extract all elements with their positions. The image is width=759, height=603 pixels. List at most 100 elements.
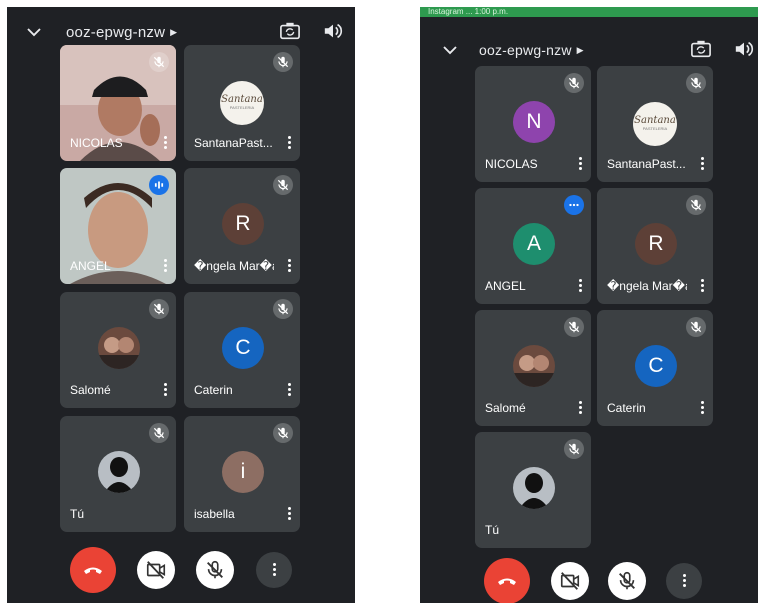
participant-tile[interactable]: ANGEL (60, 168, 176, 284)
participant-name: Caterin (194, 383, 233, 397)
letter-avatar: A (513, 223, 555, 265)
caret-right-icon: ▶ (576, 45, 584, 55)
call-controls (420, 558, 758, 603)
caret-right-icon: ▶ (170, 27, 178, 37)
participant-tile[interactable]: Salomé (60, 292, 176, 408)
participant-name: SantanaPast... (607, 157, 686, 171)
camera-toggle-button[interactable] (137, 551, 175, 589)
video-off-icon (560, 572, 580, 590)
silhouette-avatar (513, 467, 555, 509)
silhouette-avatar (98, 451, 140, 493)
audio-wave-icon (149, 175, 169, 195)
participant-name: isabella (194, 507, 235, 521)
more-vert-icon[interactable] (284, 381, 294, 399)
participant-tile[interactable]: Tú (475, 432, 591, 548)
letter-avatar: C (222, 327, 264, 369)
more-vert-icon[interactable] (284, 505, 294, 523)
participant-tile[interactable]: A ANGEL (475, 188, 591, 304)
mic-off-icon (619, 571, 635, 590)
participant-name: ANGEL (70, 259, 111, 273)
left-meet-screen: ooz-epwg-nzw ▶ NICOLAS Santana PASTELERIA… (7, 7, 355, 603)
right-meet-screen: Instagram ... 1:00 p.m. ooz-epwg-nzw ▶ N … (420, 7, 758, 603)
mic-off-icon (149, 299, 169, 319)
participant-name: �ngela Mar�a (194, 259, 274, 273)
mic-off-icon (564, 73, 584, 93)
mic-off-icon (149, 423, 169, 443)
participant-name: NICOLAS (70, 136, 123, 150)
more-vert-icon[interactable] (697, 399, 707, 417)
call-controls (7, 547, 355, 597)
logo-avatar: Santana PASTELERIA (633, 102, 677, 146)
profile-photo (98, 327, 140, 369)
phone-hangup-icon (84, 567, 102, 574)
mic-off-icon (149, 52, 169, 72)
participant-tile[interactable]: R �ngela Mar�a (184, 168, 300, 284)
status-bar: Instagram ... 1:00 p.m. (420, 7, 758, 17)
chevron-down-icon[interactable] (25, 23, 43, 41)
more-vert-icon[interactable] (284, 257, 294, 275)
meeting-code[interactable]: ooz-epwg-nzw ▶ (66, 24, 177, 41)
mic-off-icon (564, 439, 584, 459)
participant-name: ANGEL (485, 279, 526, 293)
more-options-button[interactable] (256, 552, 292, 588)
participant-name: SantanaPast... (194, 136, 273, 150)
letter-avatar: N (513, 101, 555, 143)
letter-avatar: R (635, 223, 677, 265)
more-vert-icon[interactable] (697, 155, 707, 173)
phone-hangup-icon (498, 578, 516, 585)
participant-name: �ngela Mar�a (607, 279, 687, 293)
profile-photo (513, 345, 555, 387)
chevron-down-icon[interactable] (441, 41, 459, 59)
mic-off-icon (686, 73, 706, 93)
mic-off-icon (564, 317, 584, 337)
mic-off-icon (273, 423, 293, 443)
participant-name: Salomé (70, 383, 111, 397)
end-call-button[interactable] (70, 547, 116, 593)
more-vert-icon[interactable] (284, 134, 294, 152)
participant-tile[interactable]: NICOLAS (60, 45, 176, 161)
participant-name: Caterin (607, 401, 646, 415)
participant-tile[interactable]: Salomé (475, 310, 591, 426)
participant-name: Tú (70, 507, 85, 521)
camera-switch-icon[interactable] (279, 21, 301, 41)
video-off-icon (146, 561, 166, 579)
participant-tile[interactable]: C Caterin (184, 292, 300, 408)
more-vert-icon[interactable] (575, 277, 585, 295)
mic-toggle-button[interactable] (608, 562, 646, 600)
camera-toggle-button[interactable] (551, 562, 589, 600)
camera-switch-icon[interactable] (690, 39, 712, 59)
mic-off-icon (273, 175, 293, 195)
participant-name: Tú (485, 523, 500, 537)
more-vert-icon[interactable] (160, 381, 170, 399)
participant-name: NICOLAS (485, 157, 538, 171)
participant-tile[interactable]: N NICOLAS (475, 66, 591, 182)
participant-tile[interactable]: Tú (60, 416, 176, 532)
letter-avatar: R (222, 203, 264, 245)
more-vert-icon[interactable] (575, 155, 585, 173)
meeting-code[interactable]: ooz-epwg-nzw ▶ (479, 42, 584, 58)
more-vert-icon[interactable] (160, 134, 170, 152)
logo-avatar: Santana PASTELERIA (220, 81, 264, 125)
mic-toggle-button[interactable] (196, 551, 234, 589)
speaker-icon[interactable] (322, 21, 344, 41)
audio-wave-icon (564, 195, 584, 215)
mic-off-icon (207, 560, 223, 579)
participant-tile[interactable]: R �ngela Mar�a (597, 188, 713, 304)
participant-tile[interactable]: i isabella (184, 416, 300, 532)
mic-off-icon (686, 317, 706, 337)
participant-tile[interactable]: Santana PASTELERIA SantanaPast... (597, 66, 713, 182)
mic-off-icon (273, 299, 293, 319)
more-vert-icon[interactable] (160, 257, 170, 275)
more-vert-icon (269, 561, 279, 579)
letter-avatar: C (635, 345, 677, 387)
participant-tile[interactable]: C Caterin (597, 310, 713, 426)
participant-tile[interactable]: Santana PASTELERIA SantanaPast... (184, 45, 300, 161)
more-vert-icon[interactable] (697, 277, 707, 295)
more-vert-icon (679, 572, 689, 590)
speaker-icon[interactable] (733, 39, 755, 59)
more-options-button[interactable] (666, 563, 702, 599)
more-vert-icon[interactable] (575, 399, 585, 417)
participant-name: Salomé (485, 401, 526, 415)
end-call-button[interactable] (484, 558, 530, 603)
mic-off-icon (273, 52, 293, 72)
